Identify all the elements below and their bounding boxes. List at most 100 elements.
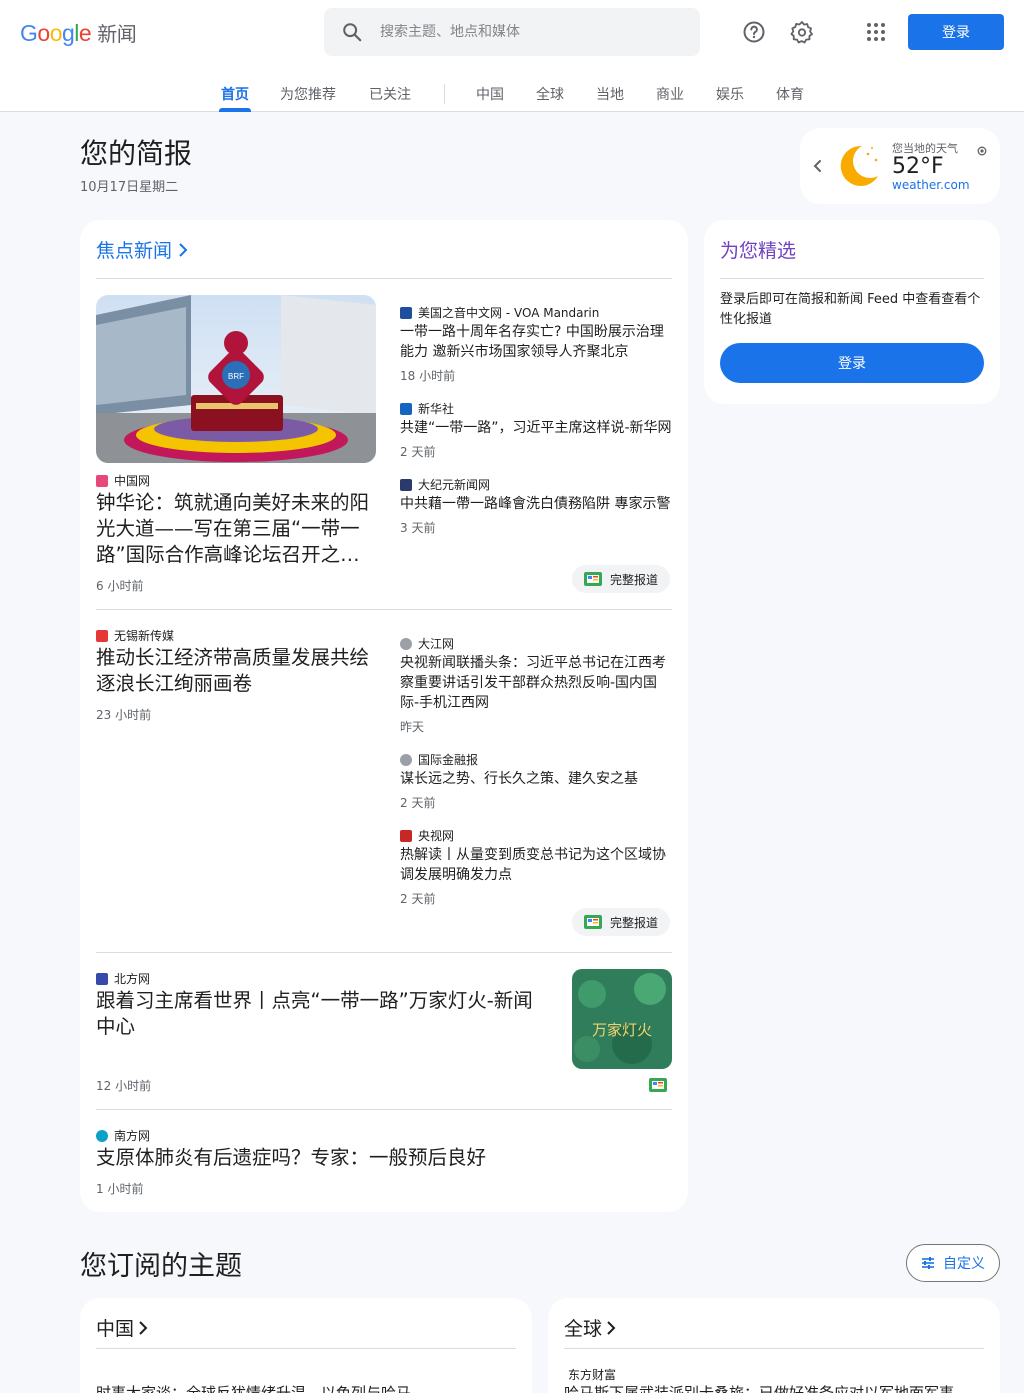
globe-icon xyxy=(400,753,412,766)
article-time: 1 小时前 xyxy=(96,1182,144,1196)
source-name: 东方财富 xyxy=(568,1368,617,1382)
article-source[interactable]: 南方网 xyxy=(96,1127,150,1144)
source-name: 中国网 xyxy=(114,474,151,488)
picks-login-button[interactable]: 登录 xyxy=(720,343,984,383)
apps-grid-icon[interactable] xyxy=(860,16,892,48)
divider xyxy=(96,278,672,279)
article-source[interactable]: 国际金融报 xyxy=(400,751,478,768)
topic-article-preview[interactable]: 时事大家谈：全球反犹情绪升温，以色列与哈马 xyxy=(96,1382,516,1393)
topic-card-title[interactable]: 中国 xyxy=(96,1314,148,1341)
source-name: 国际金融报 xyxy=(418,753,479,767)
source-logo-icon xyxy=(400,478,412,491)
search-icon[interactable] xyxy=(324,21,380,43)
weather-widget[interactable]: 您当地的天气 52°F weather.com xyxy=(800,128,1000,204)
chevron-left-icon[interactable] xyxy=(812,156,824,180)
topic-article-preview[interactable]: 哈马斯下属武装派别卡桑旅：已做好准备应对以军地面军事 xyxy=(564,1382,984,1393)
settings-gear-icon[interactable] xyxy=(786,16,818,48)
article-source[interactable]: 中国网 xyxy=(96,472,150,489)
topic-card-world[interactable]: 全球 东方财富 哈马斯下属武装派别卡桑旅：已做好准备应对以军地面军事 xyxy=(548,1298,1000,1393)
svg-text:BRF: BRF xyxy=(228,372,244,381)
briefing-title: 您的简报 xyxy=(80,137,193,170)
briefing-date: 10月17日星期二 xyxy=(80,180,179,195)
full-coverage-label: 完整报道 xyxy=(610,572,659,587)
full-coverage-icon xyxy=(584,572,602,586)
hero-image[interactable]: BRF xyxy=(96,295,376,463)
topic-name: 中国 xyxy=(96,1318,135,1340)
tab-for-you[interactable]: 为您推荐 xyxy=(280,84,336,112)
source-name: 南方网 xyxy=(114,1129,151,1143)
article-title[interactable]: 谋长远之势、行长久之策、建久安之基 xyxy=(400,769,672,789)
article-title[interactable]: 共建“一带一路”，习近平主席这样说-新华网 xyxy=(400,418,672,438)
source-name: 美国之音中文网 - VOA Mandarin xyxy=(418,306,600,320)
article-source[interactable]: 无锡新传媒 xyxy=(96,627,174,644)
weather-source-link[interactable]: weather.com xyxy=(892,178,970,192)
full-coverage-icon xyxy=(584,915,602,929)
tab-china[interactable]: 中国 xyxy=(476,84,504,112)
article-source[interactable]: 央视网 xyxy=(400,827,454,844)
search-input[interactable] xyxy=(380,24,680,40)
tab-world[interactable]: 全球 xyxy=(536,84,564,112)
google-news-logo[interactable]: Google 新闻 xyxy=(20,18,137,47)
source-logo-icon xyxy=(96,972,108,985)
tab-local[interactable]: 当地 xyxy=(596,84,624,112)
headline-title[interactable]: 支原体肺炎有后遗症吗？专家：一般预后良好 xyxy=(96,1145,656,1171)
location-icon[interactable] xyxy=(976,142,988,161)
nav-tabs: 首页 为您推荐 已关注 中国 全球 当地 商业 娱乐 体育 xyxy=(0,76,1024,112)
source-logo-icon xyxy=(96,629,108,642)
source-logo-icon xyxy=(96,474,108,487)
divider xyxy=(96,952,672,953)
article-source[interactable]: 大纪元新闻网 xyxy=(400,476,490,493)
headline-title[interactable]: 跟着习主席看世界丨点亮“一带一路”万家灯火-新闻中心 xyxy=(96,988,546,1040)
source-logo-icon xyxy=(400,402,412,415)
divider xyxy=(96,1348,516,1349)
headline-title[interactable]: 钟华论：筑就通向美好未来的阳光大道——写在第三届“一带一路”国际合作高峰论坛召开… xyxy=(96,490,380,568)
source-logo-icon xyxy=(400,306,412,319)
source-name: 无锡新传媒 xyxy=(114,629,175,643)
article-time: 2 天前 xyxy=(400,892,436,906)
article-time: 23 小时前 xyxy=(96,708,152,722)
login-button[interactable]: 登录 xyxy=(908,14,1004,50)
article-title[interactable]: 央视新闻联播头条：习近平总书记在江西考察重要讲话引发干部群众热烈反响-国内国际-… xyxy=(400,653,670,713)
help-icon[interactable] xyxy=(738,16,770,48)
full-coverage-label: 完整报道 xyxy=(610,915,659,930)
picks-title: 为您精选 xyxy=(720,240,797,262)
topics-title: 您订阅的主题 xyxy=(80,1251,242,1282)
headline-title[interactable]: 推动长江经济带高质量发展共绘逐浪长江绚丽画卷 xyxy=(96,645,380,697)
tune-icon xyxy=(922,1257,934,1269)
article-source[interactable]: 大江网 xyxy=(400,635,454,652)
article-time: 2 天前 xyxy=(400,796,436,810)
article-source[interactable]: 美国之音中文网 - VOA Mandarin xyxy=(400,304,599,321)
story-thumbnail[interactable]: 万家灯火 xyxy=(572,969,672,1069)
article-time: 12 小时前 xyxy=(96,1079,152,1093)
customize-button[interactable]: 自定义 xyxy=(906,1244,1000,1282)
article-time: 3 天前 xyxy=(400,521,436,535)
topic-card-china[interactable]: 中国 时事大家谈：全球反犹情绪升温，以色列与哈马 xyxy=(80,1298,532,1393)
search-box[interactable] xyxy=(324,8,700,56)
weather-temperature: 52°F xyxy=(892,154,944,179)
tab-business[interactable]: 商业 xyxy=(656,84,684,112)
article-title[interactable]: 中共藉一帶一路峰會洗白債務陷阱 專家示警 xyxy=(400,494,672,514)
full-coverage-icon[interactable] xyxy=(649,1077,667,1096)
customize-label: 自定义 xyxy=(943,1256,985,1272)
top-stories-link[interactable]: 焦点新闻 xyxy=(96,236,188,263)
chevron-right-icon xyxy=(179,242,188,257)
full-coverage-button[interactable]: 完整报道 xyxy=(572,908,671,936)
topic-card-title[interactable]: 全球 xyxy=(564,1314,616,1341)
top-stories-label: 焦点新闻 xyxy=(96,240,173,262)
article-source[interactable]: 北方网 xyxy=(96,970,150,987)
tab-entertainment[interactable]: 娱乐 xyxy=(716,84,744,112)
tab-sports[interactable]: 体育 xyxy=(776,84,804,112)
tab-following[interactable]: 已关注 xyxy=(369,84,411,112)
article-time: 6 小时前 xyxy=(96,579,144,593)
full-coverage-button[interactable]: 完整报道 xyxy=(572,565,671,593)
source-name: 大江网 xyxy=(418,637,455,651)
divider xyxy=(96,1109,672,1110)
source-name: 央视网 xyxy=(418,829,455,843)
article-title[interactable]: 一带一路十周年名存实亡? 中国盼展示治理能力 邀新兴市场国家领导人齐聚北京 xyxy=(400,322,670,362)
tab-home[interactable]: 首页 xyxy=(219,84,251,112)
article-time: 18 小时前 xyxy=(400,369,456,383)
source-logo-icon xyxy=(96,1129,108,1142)
article-source[interactable]: 新华社 xyxy=(400,400,454,417)
article-title[interactable]: 热解读丨从量变到质变总书记为这个区域协调发展明确发力点 xyxy=(400,845,670,885)
picks-description: 登录后即可在简报和新闻 Feed 中查看查看个性化报道 xyxy=(720,292,981,327)
